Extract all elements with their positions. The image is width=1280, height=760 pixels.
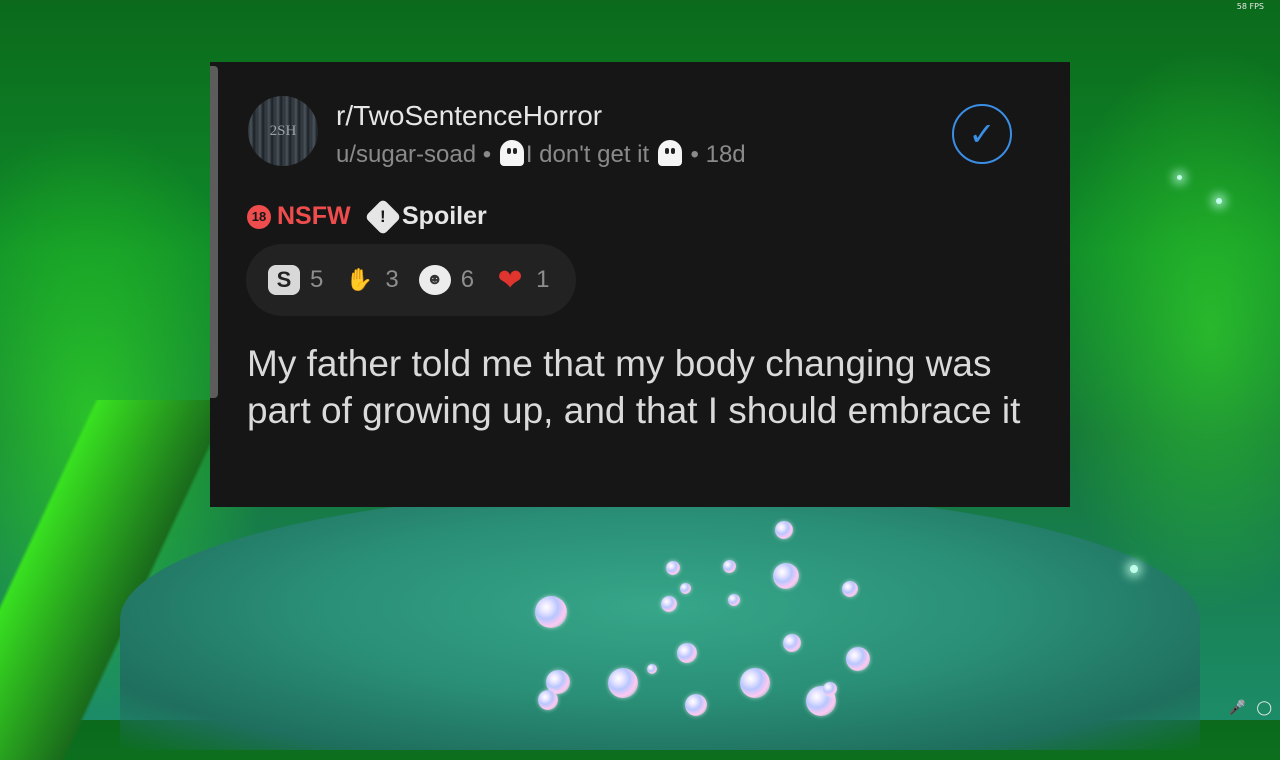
- post-title[interactable]: My father told me that my body changing …: [247, 340, 1027, 434]
- bubble: [846, 647, 870, 671]
- record-icon[interactable]: ◯: [1256, 699, 1272, 716]
- award-count: 5: [310, 266, 324, 293]
- nsfw-18-icon: 18: [247, 204, 271, 229]
- scrollbar[interactable]: [210, 66, 218, 398]
- sparkle: [1216, 198, 1222, 204]
- sparkle: [1177, 175, 1182, 180]
- spoiler-warning-icon: !: [364, 198, 402, 235]
- bubble: [680, 583, 691, 594]
- microphone-icon[interactable]: 🎤: [1229, 699, 1246, 716]
- ghost-icon: [499, 140, 524, 166]
- award-count: 3: [385, 266, 399, 293]
- subreddit-name[interactable]: r/TwoSentenceHorror: [336, 100, 602, 132]
- nsfw-label: NSFW: [277, 202, 351, 230]
- award-item[interactable]: ❤ 1: [494, 263, 550, 297]
- spoiler-tag: ! Spoiler: [364, 198, 487, 235]
- post-card[interactable]: 2SH r/TwoSentenceHorror u/sugar-soad • I…: [210, 62, 1070, 507]
- background-floor: [120, 490, 1200, 750]
- award-item[interactable]: ✋ 3: [343, 265, 399, 295]
- wholesome-face-icon: ☻: [418, 265, 451, 295]
- helpful-hands-icon: ✋: [345, 267, 374, 292]
- award-item[interactable]: S 5: [268, 265, 323, 295]
- bubble: [723, 560, 736, 573]
- bubble: [740, 668, 770, 698]
- awards-bar[interactable]: S 5 ✋ 3 ☻ 6 ❤ 1: [246, 244, 576, 316]
- bubble: [775, 521, 793, 539]
- avatar-text: 2SH: [269, 122, 297, 139]
- silver-award-icon: S: [268, 265, 300, 295]
- post-flair: I don't get it: [525, 141, 650, 168]
- system-tray: 🎤 ◯: [1229, 699, 1272, 716]
- post-age: 18d: [705, 141, 746, 168]
- bubble: [666, 561, 680, 575]
- post-meta: u/sugar-soad • I don't get it • 18d: [336, 140, 746, 169]
- bubble: [773, 563, 799, 589]
- subreddit-avatar[interactable]: 2SH: [248, 96, 318, 166]
- award-count: 1: [536, 266, 550, 293]
- bubble: [783, 634, 801, 652]
- meta-separator: •: [690, 141, 706, 168]
- sparkle: [1130, 565, 1138, 573]
- fps-counter: 58 FPS: [1236, 2, 1264, 11]
- bubble: [677, 643, 697, 663]
- bubble: [685, 694, 707, 716]
- ghost-icon: [657, 140, 682, 166]
- award-item[interactable]: ☻ 6: [418, 265, 475, 295]
- bubble: [535, 596, 567, 628]
- bubble: [647, 664, 657, 674]
- bubble: [728, 594, 740, 606]
- bubble: [661, 596, 677, 612]
- bubble: [608, 668, 638, 698]
- heart-award-icon: ❤: [497, 263, 523, 297]
- author-name[interactable]: u/sugar-soad: [336, 141, 476, 168]
- bubble: [842, 581, 858, 597]
- bubble: [823, 682, 837, 696]
- bubble: [538, 690, 558, 710]
- spoiler-label: Spoiler: [402, 202, 487, 230]
- meta-separator: •: [482, 141, 498, 168]
- award-count: 6: [460, 266, 475, 293]
- check-circle-icon[interactable]: ✓: [952, 104, 1012, 164]
- nsfw-tag: 18 NSFW: [247, 202, 351, 231]
